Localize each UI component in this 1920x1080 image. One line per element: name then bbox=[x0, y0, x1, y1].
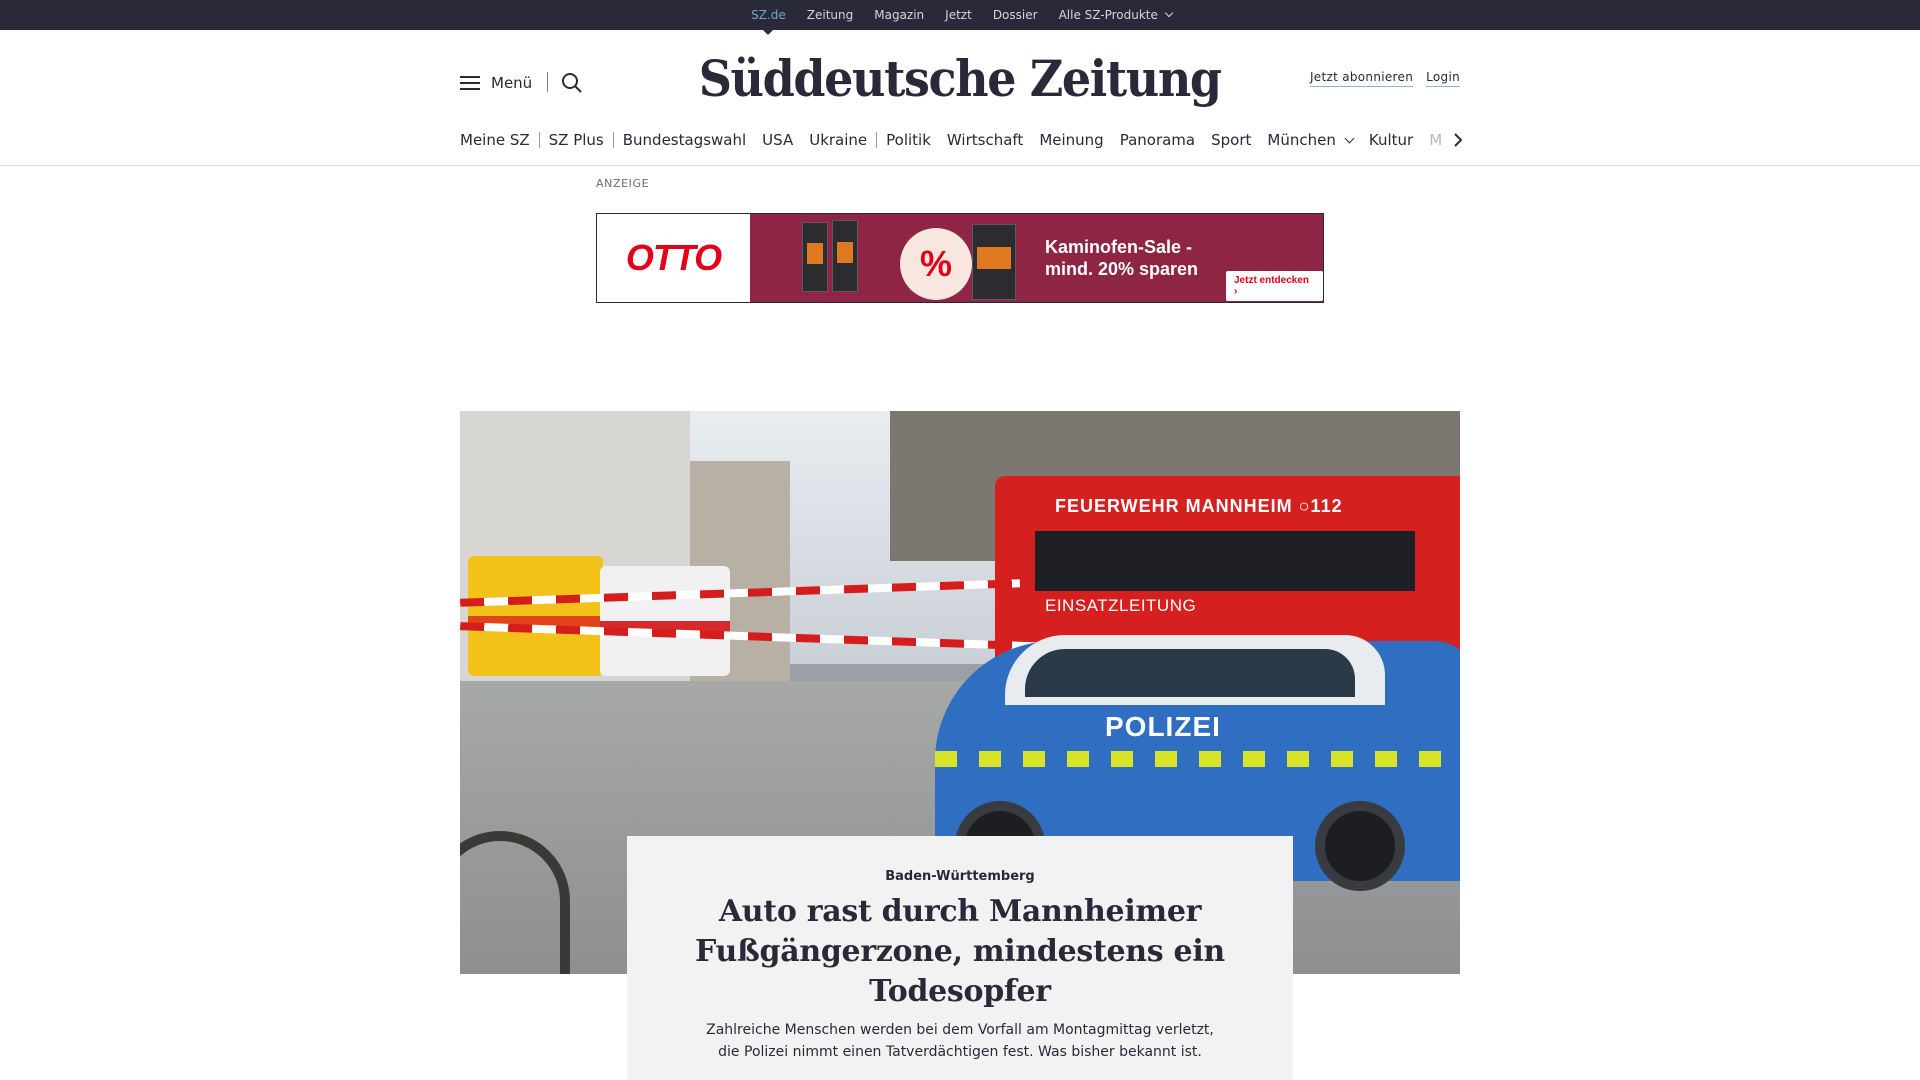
ad-brand-logo: OTTO bbox=[597, 214, 750, 302]
all-products-label: Alle SZ-Produkte bbox=[1058, 8, 1158, 22]
product-link-jetzt[interactable]: Jetzt bbox=[945, 0, 972, 30]
chevron-right-icon[interactable] bbox=[1450, 132, 1466, 148]
product-link-dossier[interactable]: Dossier bbox=[993, 0, 1038, 30]
nav-item-usa[interactable]: USA bbox=[762, 131, 793, 149]
chevron-down-icon bbox=[1344, 133, 1355, 144]
ad-banner[interactable]: OTTO % Kaminofen-Sale - mind. 20% sparen… bbox=[596, 213, 1324, 303]
product-bar: SZ.de Zeitung Magazin Jetzt Dossier Alle… bbox=[0, 0, 1920, 35]
article-teaser: Zahlreiche Menschen werden bei dem Vorfa… bbox=[706, 1022, 1214, 1060]
ad-label: ANZEIGE bbox=[596, 177, 650, 190]
nav-divider bbox=[612, 132, 614, 148]
nav-item-ukraine[interactable]: Ukraine bbox=[809, 131, 867, 149]
nav-item-sz-plus[interactable]: SZ Plus bbox=[549, 131, 604, 149]
all-products-dropdown[interactable]: Alle SZ-Produkte bbox=[1058, 0, 1174, 30]
section-nav: Meine SZ SZ Plus Bundestagswahl USA Ukra… bbox=[460, 126, 1460, 154]
nav-item-truncated[interactable]: M bbox=[1429, 131, 1443, 149]
ad-headline: Kaminofen-Sale - mind. 20% sparen bbox=[1045, 236, 1198, 280]
nav-item-wirtschaft[interactable]: Wirtschaft bbox=[947, 131, 1023, 149]
nav-item-meine-sz[interactable]: Meine SZ bbox=[460, 131, 530, 149]
article-kicker: Baden-Württemberg bbox=[885, 869, 1035, 884]
nav-item-bundestagswahl[interactable]: Bundestagswahl bbox=[623, 131, 746, 149]
product-link-zeitung[interactable]: Zeitung bbox=[807, 0, 853, 30]
stove-image bbox=[832, 220, 858, 292]
nav-item-kultur[interactable]: Kultur bbox=[1369, 131, 1413, 149]
site-logo[interactable]: Süddeutsche Zeitung bbox=[0, 44, 1920, 114]
nav-item-sport[interactable]: Sport bbox=[1211, 131, 1251, 149]
percent-badge: % bbox=[900, 228, 972, 300]
ambulance-image bbox=[600, 566, 730, 676]
product-link-szde[interactable]: SZ.de bbox=[751, 0, 786, 35]
nav-divider-line bbox=[0, 165, 1920, 166]
logo-text: Süddeutsche Zeitung bbox=[699, 49, 1222, 108]
nav-item-meinung[interactable]: Meinung bbox=[1039, 131, 1103, 149]
ad-headline-line2: mind. 20% sparen bbox=[1045, 259, 1199, 279]
subscribe-link[interactable]: Jetzt abonnieren bbox=[1309, 70, 1414, 87]
fire-truck-number: 112 bbox=[1310, 496, 1343, 516]
stove-image bbox=[972, 224, 1016, 300]
chevron-down-icon bbox=[1164, 8, 1174, 18]
nav-item-politik[interactable]: Politik bbox=[886, 131, 931, 149]
nav-divider bbox=[876, 132, 878, 148]
article-teaser-card[interactable]: Baden-Württemberg Auto rast durch Mannhe… bbox=[627, 836, 1293, 1080]
login-link[interactable]: Login bbox=[1426, 70, 1460, 87]
ad-promo: % Kaminofen-Sale - mind. 20% sparen Jetz… bbox=[750, 214, 1323, 302]
fire-truck-text-2: EINSATZLEITUNG bbox=[1045, 596, 1197, 615]
product-link-magazin[interactable]: Magazin bbox=[874, 0, 924, 30]
nav-item-muenchen[interactable]: München bbox=[1267, 131, 1355, 149]
nav-divider bbox=[538, 132, 540, 148]
ad-cta-label: Jetzt entdecken bbox=[1234, 275, 1310, 286]
nav-item-muenchen-label: München bbox=[1267, 131, 1336, 149]
article-headline[interactable]: Auto rast durch Mannheimer Fußgängerzone… bbox=[667, 892, 1253, 1012]
ad-headline-line1: Kaminofen-Sale - bbox=[1045, 237, 1193, 257]
ambulance-image bbox=[468, 556, 603, 676]
fire-truck-text: FEUERWEHR MANNHEIM bbox=[1055, 496, 1293, 516]
ad-brand-text: OTTO bbox=[625, 237, 722, 278]
account-links: Jetzt abonnieren Login bbox=[1309, 70, 1460, 87]
police-car-text: POLIZEI bbox=[1105, 711, 1221, 742]
nav-item-panorama[interactable]: Panorama bbox=[1120, 131, 1195, 149]
stove-image bbox=[802, 222, 828, 292]
ad-cta-button[interactable]: Jetzt entdecken › bbox=[1226, 271, 1323, 301]
